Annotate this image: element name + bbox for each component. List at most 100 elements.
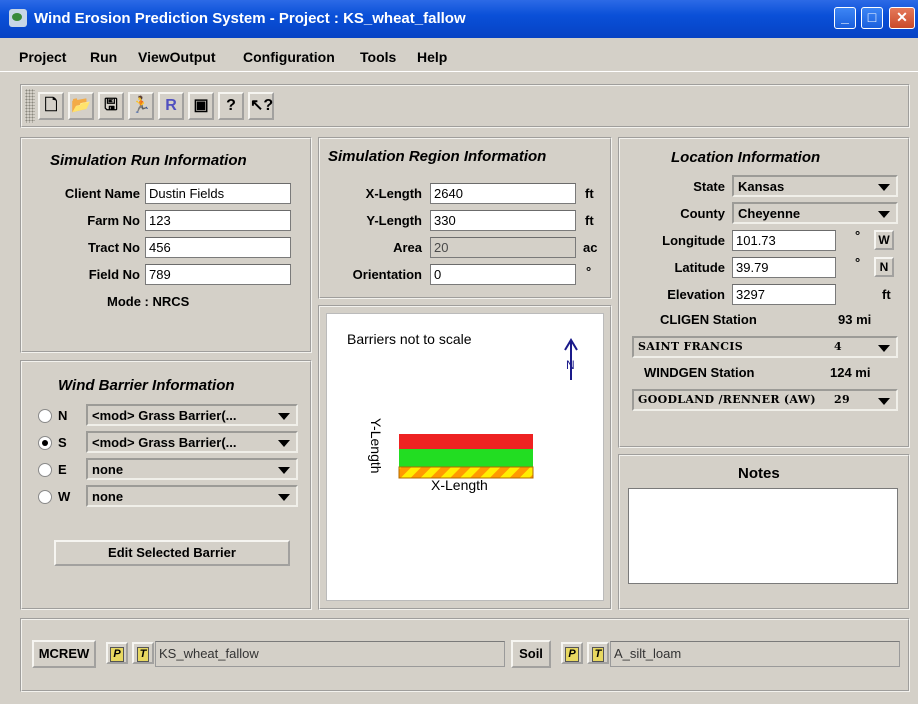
field-green-area: [399, 449, 533, 467]
not-to-scale-note: Barriers not to scale: [347, 331, 472, 347]
chevron-down-icon: [278, 494, 290, 501]
field-no-label: Field No: [88, 267, 140, 282]
wind-barrier-title: Wind Barrier Information: [58, 377, 235, 394]
windgen-station-select[interactable]: GOODLAND /RENNER (AW) 29: [632, 389, 898, 411]
soil-t-icon[interactable]: T: [587, 642, 609, 664]
run-icon[interactable]: 🏃: [128, 92, 154, 120]
chevron-down-icon: [278, 440, 290, 447]
north-arrow-icon: N: [564, 338, 578, 380]
barrier-diagram-svg: Barriers not to scale N Y-Length X-Lengt…: [347, 331, 578, 493]
new-document-icon[interactable]: 🗋: [38, 92, 64, 120]
barrier-select-w[interactable]: none: [86, 485, 298, 507]
maximize-icon[interactable]: □: [861, 7, 883, 29]
farm-no-label: Farm No: [87, 213, 140, 228]
barrier-select-n[interactable]: <mod> Grass Barrier(...: [86, 404, 298, 426]
barrier-radio-s[interactable]: [38, 436, 52, 450]
barrier-n-red-band: [399, 434, 533, 449]
help-icon[interactable]: ?: [218, 92, 244, 120]
title-bar[interactable]: Wind Erosion Prediction System - Project…: [0, 0, 918, 38]
close-icon[interactable]: ✕: [889, 7, 915, 29]
tract-no-field[interactable]: 456: [145, 237, 291, 258]
barrier-radio-w[interactable]: [38, 490, 52, 504]
cligen-distance: 93 mi: [838, 312, 872, 327]
chevron-down-icon: [878, 211, 890, 218]
mcrew-file-field: KS_wheat_fallow: [155, 641, 505, 667]
barrier-diagram-panel: Barriers not to scale N Y-Length X-Lengt…: [318, 305, 612, 610]
menu-tools[interactable]: Tools: [360, 49, 396, 65]
latitude-dir-button[interactable]: N: [874, 257, 894, 277]
menu-run[interactable]: Run: [90, 49, 117, 65]
report-icon[interactable]: R: [158, 92, 184, 120]
x-length-unit: ft: [585, 186, 594, 201]
state-label: State: [693, 179, 725, 194]
toolbar-grip[interactable]: [25, 89, 35, 123]
elevation-unit: ft: [882, 287, 891, 302]
wind-erosion-window: Wind Erosion Prediction System - Project…: [0, 0, 918, 704]
soil-button[interactable]: Soil: [511, 640, 551, 668]
cligen-station-select[interactable]: SAINT FRANCIS 4: [632, 336, 898, 358]
latitude-label: Latitude: [674, 260, 725, 275]
y-length-field[interactable]: 330: [430, 210, 576, 231]
barrier-dir-e: E: [58, 462, 67, 477]
edit-selected-barrier-button[interactable]: Edit Selected Barrier: [54, 540, 290, 566]
y-length-axis-label: Y-Length: [368, 418, 384, 474]
county-label: County: [680, 206, 725, 221]
county-select[interactable]: Cheyenne: [732, 202, 898, 224]
mcrew-button[interactable]: MCREW: [32, 640, 96, 668]
farm-no-field[interactable]: 123: [145, 210, 291, 231]
chevron-down-icon: [878, 398, 890, 405]
orientation-label: Orientation: [352, 267, 422, 282]
area-unit: ac: [583, 240, 598, 255]
minimize-icon[interactable]: _: [834, 7, 856, 29]
y-length-label: Y-Length: [366, 213, 422, 228]
barrier-radio-e[interactable]: [38, 463, 52, 477]
x-length-field[interactable]: 2640: [430, 183, 576, 204]
menu-viewoutput[interactable]: ViewOutput: [138, 49, 216, 65]
mcrew-t-icon[interactable]: T: [132, 642, 154, 664]
north-label: N: [566, 358, 575, 372]
x-length-label: X-Length: [365, 186, 422, 201]
state-select[interactable]: Kansas: [732, 175, 898, 197]
cligen-label: CLIGEN Station: [660, 312, 757, 327]
notes-textarea[interactable]: [628, 488, 898, 584]
menu-project[interactable]: Project: [19, 49, 66, 65]
client-name-label: Client Name: [64, 186, 140, 201]
chevron-down-icon: [278, 413, 290, 420]
chevron-down-icon: [878, 345, 890, 352]
management-soil-bar: MCREW P T KS_wheat_fallow Soil P T A_sil…: [20, 618, 910, 692]
simulation-region-title: Simulation Region Information: [328, 148, 547, 165]
screen-capture-icon[interactable]: ▣: [188, 92, 214, 120]
longitude-field[interactable]: 101.73: [732, 230, 836, 251]
longitude-dir-button[interactable]: W: [874, 230, 894, 250]
area-field: 20: [430, 237, 576, 258]
simulation-run-panel: Simulation Run Information Client Name D…: [20, 137, 312, 353]
open-folder-icon[interactable]: 📂: [68, 92, 94, 120]
longitude-degree: °: [855, 228, 861, 243]
chevron-down-icon: [278, 467, 290, 474]
simulation-region-panel: Simulation Region Information X-Length 2…: [318, 137, 612, 299]
latitude-field[interactable]: 39.79: [732, 257, 836, 278]
elevation-field[interactable]: 3297: [732, 284, 836, 305]
field-no-field[interactable]: 789: [145, 264, 291, 285]
longitude-label: Longitude: [662, 233, 725, 248]
menu-bar: Project Run ViewOutput Configuration Too…: [0, 40, 918, 72]
soil-p-icon[interactable]: P: [561, 642, 583, 664]
windgen-distance: 124 mi: [830, 365, 871, 380]
orientation-field[interactable]: 0: [430, 264, 576, 285]
client-name-field[interactable]: Dustin Fields: [145, 183, 291, 204]
menu-configuration[interactable]: Configuration: [243, 49, 335, 65]
mcrew-p-icon[interactable]: P: [106, 642, 128, 664]
soil-file-field: A_silt_loam: [610, 641, 900, 667]
toolbar: 🗋 📂 🖫 🏃 R ▣ ? ↖?: [20, 84, 910, 128]
barrier-select-s[interactable]: <mod> Grass Barrier(...: [86, 431, 298, 453]
barrier-select-e[interactable]: none: [86, 458, 298, 480]
window-title: Wind Erosion Prediction System - Project…: [34, 10, 466, 27]
menu-help[interactable]: Help: [417, 49, 447, 65]
windgen-label: WINDGEN Station: [644, 365, 755, 380]
orientation-unit: °: [586, 264, 592, 279]
barrier-radio-n[interactable]: [38, 409, 52, 423]
save-icon[interactable]: 🖫: [98, 92, 124, 120]
barrier-diagram: Barriers not to scale N Y-Length X-Lengt…: [326, 313, 604, 601]
context-help-icon[interactable]: ↖?: [248, 92, 274, 120]
location-panel: Location Information State Kansas County…: [618, 137, 910, 448]
